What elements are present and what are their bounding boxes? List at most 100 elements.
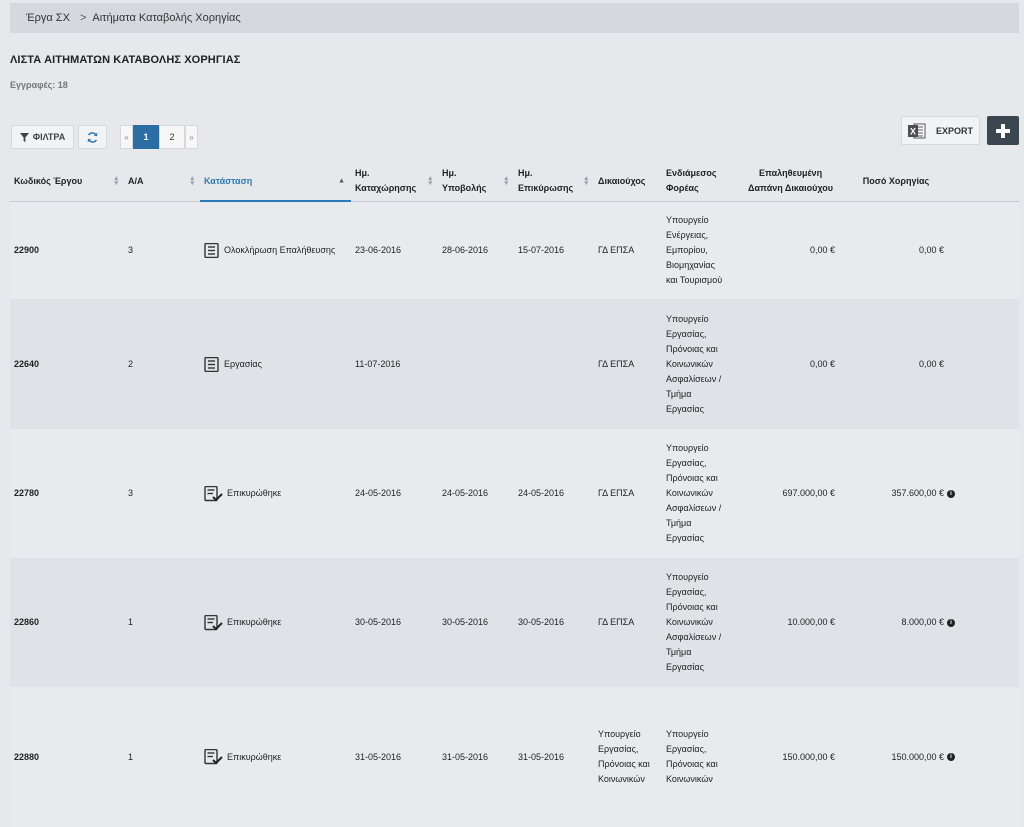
add-button[interactable] — [987, 116, 1019, 145]
cell-submission-date: 31-05-2016 — [438, 687, 514, 827]
table-row[interactable]: 22640 2 Εργασίας 11-07-2016 ΓΔ ΕΠΣΑ Υπουργείο… — [10, 299, 1019, 429]
cell-submission-date: 28-06-2016 — [438, 201, 514, 299]
filters-button-label: ΦΙΛΤΡΑ — [32, 132, 66, 142]
sort-icon: ▴ ▾ — [114, 175, 118, 188]
cell-code: 22880 — [10, 687, 124, 827]
cell-intermediate: Υπουργείο Ενέργειας, Εμπορίου, Βιομηχανί… — [662, 201, 742, 299]
cell-beneficiary: ΓΔ ΕΠΣΑ — [594, 201, 662, 299]
cell-submission-date: 30-05-2016 — [438, 558, 514, 687]
info-icon[interactable]: i — [947, 753, 955, 762]
document-check-icon — [204, 749, 223, 765]
column-header-submission-date[interactable]: Ημ. Υποβολής ▴ ▾ — [438, 162, 514, 202]
cell-validation-date: 15-07-2016 — [514, 201, 594, 299]
document-icon — [204, 243, 219, 258]
cell-aa: 1 — [124, 558, 200, 687]
sort-icon: ▴ ▾ — [190, 175, 194, 188]
cell-aa: 3 — [124, 429, 200, 558]
info-icon[interactable]: i — [947, 489, 955, 498]
column-header-status[interactable]: Κατάσταση ▲ — [200, 162, 351, 202]
pagination-next[interactable]: » — [185, 125, 198, 149]
pagination-page-1[interactable]: 1 — [133, 125, 159, 149]
excel-icon-letter: X — [910, 126, 916, 136]
cell-verified-expense: 0,00 € — [742, 299, 839, 429]
cell-aa: 3 — [124, 201, 200, 299]
cell-intermediate: Υπουργείο Εργασίας, Πρόνοιας και Κοινωνι… — [662, 687, 742, 827]
column-header-intermediate: Ενδιάμεσος Φορέας — [662, 162, 742, 202]
column-header-code[interactable]: Κωδικός Έργου ▴ ▾ — [10, 162, 124, 202]
table-row[interactable]: 22880 1 Επικυρώθηκε 31-05-2016 31-05-2016 31-… — [10, 687, 1019, 827]
column-header-registration-date[interactable]: Ημ. Καταχώρησης ▴ ▾ — [351, 162, 438, 202]
refresh-icon — [87, 131, 98, 143]
info-icon[interactable]: i — [947, 618, 955, 627]
table-header-row: Κωδικός Έργου ▴ ▾ Α/Α ▴ ▾ Κατάσταση ▲ Ημ. Κατα… — [10, 162, 1019, 202]
table-row[interactable]: 22780 3 Επικυρώθηκε 24-05-2016 24-05-2016 24-… — [10, 429, 1019, 558]
sort-icon: ▴ ▾ — [584, 175, 588, 188]
sort-icon: ▴ ▾ — [428, 175, 432, 188]
column-header-verified-expense: Επαληθευμένη Δαπάνη Δικαιούχου — [742, 162, 839, 202]
cell-grant-amount: 150.000,00 € i — [839, 687, 1019, 827]
column-header-grant-amount: Ποσό Χορηγίας — [839, 162, 1019, 202]
cell-intermediate: Υπουργείο Εργασίας, Πρόνοιας και Κοινωνι… — [662, 429, 742, 558]
cell-registration-date: 23-06-2016 — [351, 201, 438, 299]
cell-code: 22640 — [10, 299, 124, 429]
cell-validation-date: 30-05-2016 — [514, 558, 594, 687]
cell-beneficiary: Υπουργείο Εργασίας, Πρόνοιας και Κοινωνι… — [594, 687, 662, 827]
status-label: Εργασίας — [224, 358, 262, 369]
cell-status: Επικυρώθηκε — [200, 687, 351, 827]
export-button[interactable]: X EXPORT — [901, 116, 980, 145]
sort-asc-icon: ▲ — [338, 177, 345, 185]
pagination: « 1 2 » — [120, 125, 198, 149]
cell-validation-date: 31-05-2016 — [514, 687, 594, 827]
cell-registration-date: 24-05-2016 — [351, 429, 438, 558]
excel-icon: X — [907, 123, 926, 138]
breadcrumb-separator: > — [79, 12, 87, 24]
sort-icon: ▴ ▾ — [504, 175, 508, 188]
plus-icon — [996, 123, 1010, 138]
cell-registration-date: 30-05-2016 — [351, 558, 438, 687]
cell-grant-amount: 0,00 € — [839, 201, 1019, 299]
status-label: Επικυρώθηκε — [227, 751, 282, 762]
pagination-page-2[interactable]: 2 — [159, 125, 185, 149]
cell-status: Επικυρώθηκε — [200, 558, 351, 687]
cell-submission-date: 24-05-2016 — [438, 429, 514, 558]
cell-registration-date: 31-05-2016 — [351, 687, 438, 827]
filters-button[interactable]: ΦΙΛΤΡΑ — [11, 125, 74, 149]
status-label: Ολοκλήρωση Επαλήθευσης — [224, 245, 336, 255]
column-header-beneficiary: Δικαιούχος — [594, 162, 662, 202]
status-label: Επικυρώθηκε — [227, 617, 282, 627]
cell-code: 22860 — [10, 558, 124, 687]
cell-verified-expense: 150.000,00 € — [742, 687, 839, 827]
cell-verified-expense: 0,00 € — [742, 201, 839, 299]
pagination-prev[interactable]: « — [120, 125, 133, 149]
cell-code: 22780 — [10, 429, 124, 558]
table-row[interactable]: 22900 3 Ολοκλήρωση Επαλήθευσης 23-06-2016 28… — [10, 201, 1019, 299]
status-label: Επικυρώθηκε — [227, 488, 282, 498]
document-check-icon — [204, 614, 223, 630]
cell-status: Ολοκλήρωση Επαλήθευσης — [200, 201, 351, 299]
cell-code: 22900 — [10, 201, 124, 299]
cell-beneficiary: ΓΔ ΕΠΣΑ — [594, 558, 662, 687]
filter-icon — [19, 132, 29, 142]
page-title: ΛΙΣΤΑ ΑΙΤΗΜΑΤΩΝ ΚΑΤΑΒΟΛΗΣ ΧΟΡΗΓΙΑΣ — [10, 54, 241, 66]
cell-beneficiary: ΓΔ ΕΠΣΑ — [594, 429, 662, 558]
document-icon — [204, 356, 219, 372]
cell-status: Επικυρώθηκε — [200, 429, 351, 558]
cell-verified-expense: 10.000,00 € — [742, 558, 839, 687]
column-header-aa[interactable]: Α/Α ▴ ▾ — [124, 162, 200, 202]
column-header-validation-date[interactable]: Ημ. Επικύρωσης ▴ ▾ — [514, 162, 594, 202]
cell-registration-date: 11-07-2016 — [351, 299, 438, 429]
refresh-button[interactable] — [78, 125, 107, 149]
table-row[interactable]: 22860 1 Επικυρώθηκε 30-05-2016 30-05-2016 30-… — [10, 558, 1019, 687]
document-check-icon — [204, 485, 223, 501]
cell-grant-amount: 357.600,00 € i — [839, 429, 1019, 558]
cell-grant-amount: 8.000,00 € i — [839, 558, 1019, 687]
export-button-label: EXPORT — [935, 125, 973, 136]
cell-submission-date — [438, 299, 514, 429]
cell-validation-date — [514, 299, 594, 429]
cell-beneficiary: ΓΔ ΕΠΣΑ — [594, 299, 662, 429]
breadcrumb: Έργα ΣΧ > Αιτήματα Καταβολής Χορηγίας — [10, 3, 1019, 33]
cell-aa: 1 — [124, 687, 200, 827]
requests-table: Κωδικός Έργου ▴ ▾ Α/Α ▴ ▾ Κατάσταση ▲ Ημ. Κατα… — [10, 162, 1019, 827]
breadcrumb-link-projects[interactable]: Έργα ΣΧ — [10, 12, 70, 24]
cell-aa: 2 — [124, 299, 200, 429]
